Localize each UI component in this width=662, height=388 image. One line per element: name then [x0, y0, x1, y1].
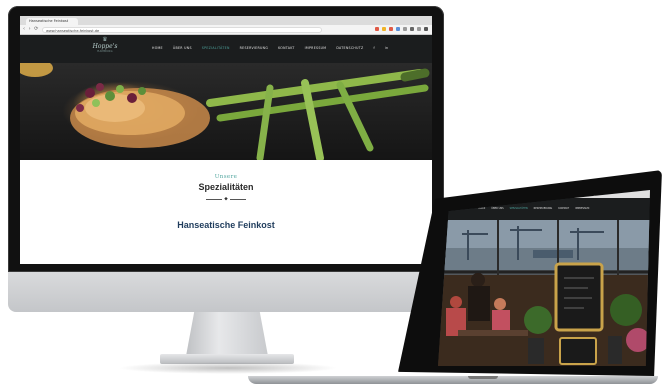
- imac-screen: Hanseatische Feinkost ‹ › ⟳ www.hanseati…: [20, 16, 432, 264]
- nav-item-home[interactable]: HOME: [152, 46, 163, 50]
- restaurant-terrace-photo: [438, 220, 650, 366]
- extension-icon[interactable]: [396, 27, 400, 31]
- linkedin-icon[interactable]: in: [385, 46, 389, 50]
- laptop-nav-item-kontakt[interactable]: KONTAKT: [558, 207, 569, 210]
- logo-wordmark: Hoppe's: [92, 43, 118, 50]
- site-header: ♛ Hoppe's HAMBURG HOME ÜBER UNS SPEZIALI…: [20, 35, 432, 63]
- nav-item-ueber-uns[interactable]: ÜBER UNS: [173, 46, 192, 50]
- laptop-nav-item-reservierung[interactable]: RESERVIERUNG: [534, 207, 553, 210]
- imac-stand-neck: [186, 312, 268, 356]
- terrace-illustration: [438, 220, 650, 366]
- hero-illustration: [20, 63, 430, 160]
- section-divider: ⬥: [206, 197, 246, 202]
- facebook-icon[interactable]: f: [373, 46, 374, 50]
- section-kicker: Unsere: [214, 174, 238, 180]
- extension-icon[interactable]: [410, 27, 414, 31]
- laptop-nav-item-ueber-uns[interactable]: ÜBER UNS: [491, 207, 503, 210]
- section-title: Spezialitäten: [198, 182, 254, 192]
- browser-toolbar: ‹ › ⟳ www.hanseatische-feinkost.de: [20, 25, 432, 35]
- product-mockup-scene: Hanseatische Feinkost ‹ › ⟳ www.hanseati…: [0, 0, 662, 388]
- hero-food-image: [20, 63, 432, 160]
- nav-item-reservierung[interactable]: RESERVIERUNG: [240, 46, 268, 50]
- imac-device: Hanseatische Feinkost ‹ › ⟳ www.hanseati…: [8, 6, 444, 388]
- extension-icon[interactable]: [382, 27, 386, 31]
- imac-shadow: [118, 362, 338, 374]
- laptop-main-navigation: HOME ÜBER UNS SPEZIALITÄTEN RESERVIERUNG…: [478, 207, 589, 210]
- main-navigation: HOME ÜBER UNS SPEZIALITÄTEN RESERVIERUNG…: [152, 46, 388, 50]
- laptop-nav-item-impressum[interactable]: IMPRESSUM: [575, 207, 589, 210]
- extension-icon[interactable]: [375, 27, 379, 31]
- extension-icon[interactable]: [389, 27, 393, 31]
- laptop-opening-notch: [468, 376, 498, 379]
- laptop-screen: Hoppe's HOME ÜBER UNS SPEZIALITÄTEN RESE…: [438, 190, 650, 366]
- browser-tab-strip: Hanseatische Feinkost: [20, 16, 432, 25]
- laptop-base: [248, 376, 658, 384]
- divider-ornament-icon: ⬥: [224, 196, 228, 202]
- imac-chin: [8, 272, 444, 312]
- extension-icon[interactable]: [403, 27, 407, 31]
- browser-tab[interactable]: Hanseatische Feinkost: [26, 18, 78, 25]
- laptop-nav-item-spezialitaeten[interactable]: SPEZIALITÄTEN: [510, 207, 528, 210]
- section-subtitle: Hanseatische Feinkost: [177, 220, 275, 230]
- address-bar[interactable]: www.hanseatische-feinkost.de: [42, 26, 322, 33]
- nav-item-impressum[interactable]: IMPRESSUM: [305, 46, 327, 50]
- nav-item-datenschutz[interactable]: DATENSCHUTZ: [336, 46, 363, 50]
- nav-item-kontakt[interactable]: KONTAKT: [278, 46, 295, 50]
- menu-icon[interactable]: [424, 27, 428, 31]
- extension-icon[interactable]: [417, 27, 421, 31]
- browser-nav-buttons[interactable]: ‹ › ⟳: [23, 26, 39, 32]
- site-logo[interactable]: ♛ Hoppe's HAMBURG: [88, 37, 122, 54]
- specialties-section: Unsere Spezialitäten ⬥ Hanseatische Fein…: [20, 160, 432, 264]
- laptop-device: Hoppe's HOME ÜBER UNS SPEZIALITÄTEN RESE…: [248, 170, 662, 388]
- nav-item-spezialitaeten[interactable]: SPEZIALITÄTEN: [202, 46, 230, 50]
- browser-extensions: [375, 27, 428, 31]
- logo-subtitle: HAMBURG: [97, 50, 113, 53]
